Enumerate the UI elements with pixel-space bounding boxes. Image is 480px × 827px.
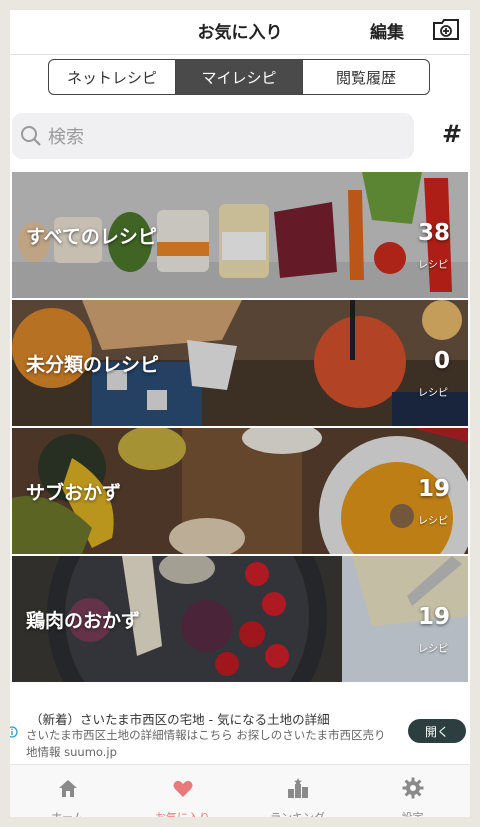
add-folder-icon[interactable] (431, 15, 461, 43)
bottom-tab-bar: ホーム お気に入り ランキング (10, 764, 470, 817)
edit-button[interactable]: 編集 (370, 18, 404, 43)
collection-unit: レシピ (418, 388, 448, 399)
tab-net-recipe[interactable]: ネットレシピ (49, 60, 176, 94)
tab-settings[interactable]: 設定 (355, 765, 470, 817)
collection-unit: レシピ (418, 260, 448, 271)
ad-headline: （新着）さいたま市西区の宅地 - 気になる土地の詳細 (30, 712, 330, 727)
collection-name: すべてのレシピ (26, 226, 157, 248)
collection-card-side-dish[interactable]: サブおかず 19 レシピ (12, 428, 468, 554)
ad-open-button[interactable]: 開く (408, 719, 466, 743)
search-icon (21, 126, 41, 146)
hashtag-button[interactable]: # (442, 120, 462, 148)
ad-body: さいたま市西区土地の詳細情報はこちら お探しのさいたま市西区売り地情報 suum… (26, 728, 386, 759)
collection-count: 38 (417, 220, 450, 246)
gear-icon (402, 777, 424, 799)
collection-card-chicken[interactable]: 鶏肉のおかず 19 レシピ (12, 556, 468, 682)
tab-label: ランキング (240, 809, 355, 817)
app-screen: お気に入り 編集 ネットレシピ マイレシピ 閲覧履歴 検索 # すべてのレシピ … (10, 10, 470, 817)
tab-home[interactable]: ホーム (10, 765, 125, 817)
collection-count: 19 (417, 476, 450, 502)
collection-card-uncategorized[interactable]: 未分類のレシピ 0 レシピ (12, 300, 468, 426)
tab-my-recipe[interactable]: マイレシピ (176, 60, 303, 94)
ranking-icon (288, 778, 308, 798)
recipe-source-tabs: ネットレシピ マイレシピ 閲覧履歴 (48, 59, 430, 95)
tab-history[interactable]: 閲覧履歴 (303, 60, 429, 94)
header: お気に入り 編集 (10, 10, 470, 55)
collection-name: 鶏肉のおかず (26, 610, 141, 632)
tab-ranking[interactable]: ランキング (240, 765, 355, 817)
heart-icon (173, 780, 193, 797)
collection-unit: レシピ (418, 516, 448, 527)
tab-label: 設定 (355, 809, 470, 817)
home-icon (59, 780, 77, 797)
tab-label: ホーム (10, 809, 125, 817)
collection-name: 未分類のレシピ (26, 354, 160, 376)
tab-favorites[interactable]: お気に入り (125, 765, 240, 817)
collection-count: 19 (417, 604, 450, 630)
collection-unit: レシピ (418, 644, 448, 655)
search-input[interactable]: 検索 (12, 113, 414, 159)
tab-label: お気に入り (125, 809, 240, 817)
info-icon[interactable] (10, 726, 18, 738)
collection-card-all[interactable]: すべてのレシピ 38 レシピ (12, 172, 468, 298)
ad-banner[interactable]: （新着）さいたま市西区の宅地 - 気になる土地の詳細 さいたま市西区土地の詳細情… (10, 702, 470, 762)
collection-name: サブおかず (26, 482, 122, 504)
collection-count: 0 (433, 348, 450, 374)
search-placeholder: 検索 (48, 127, 84, 148)
